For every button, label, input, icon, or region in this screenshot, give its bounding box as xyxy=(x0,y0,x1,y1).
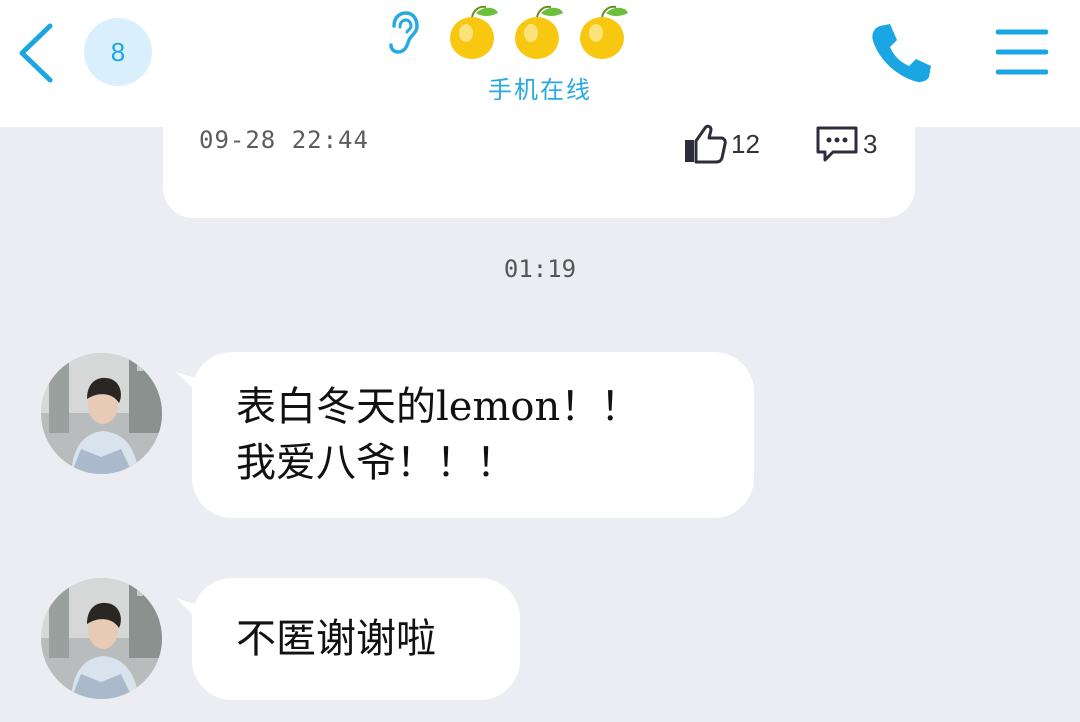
bubble-tail xyxy=(176,372,210,400)
comment-icon xyxy=(816,126,858,162)
bubble-tail xyxy=(176,598,210,626)
message-text-line: 不匿谢谢啦 xyxy=(236,616,436,662)
unread-count-badge[interactable]: 8 xyxy=(84,18,152,86)
sender-avatar[interactable] xyxy=(41,578,162,699)
lemon-icon xyxy=(450,5,498,59)
menu-button[interactable] xyxy=(995,26,1049,78)
message-text-line: 表白冬天的lemon！！ xyxy=(236,384,641,430)
ear-icon[interactable] xyxy=(386,10,420,56)
call-button[interactable] xyxy=(866,20,934,86)
back-button[interactable] xyxy=(14,20,58,86)
phone-icon xyxy=(872,24,931,82)
sender-avatar[interactable] xyxy=(41,353,162,474)
back-chevron-icon xyxy=(19,23,53,83)
like-count: 12 xyxy=(731,128,760,159)
message-time-divider: 01:19 xyxy=(503,255,577,283)
lemon-icon xyxy=(580,5,628,59)
avatar-photo xyxy=(41,578,162,699)
thumbs-up-icon xyxy=(685,124,727,164)
comment-count: 3 xyxy=(863,128,878,159)
message-text-line: 我爱八爷！！！ xyxy=(236,440,516,486)
message-bubble[interactable]: 表白冬天的lemon！！ 我爱八爷！！！ xyxy=(176,352,754,518)
post-card[interactable]: 09-28 22:44 12 3 xyxy=(163,100,915,218)
message-bubble[interactable]: 不匿谢谢啦 xyxy=(176,578,520,700)
comment-button[interactable]: 3 xyxy=(815,122,877,166)
menu-icon xyxy=(995,29,1049,75)
like-button[interactable]: 12 xyxy=(683,122,760,166)
avatar-photo xyxy=(41,353,162,474)
lemon-icon xyxy=(515,5,563,59)
post-timestamp: 09-28 22:44 xyxy=(199,126,369,154)
